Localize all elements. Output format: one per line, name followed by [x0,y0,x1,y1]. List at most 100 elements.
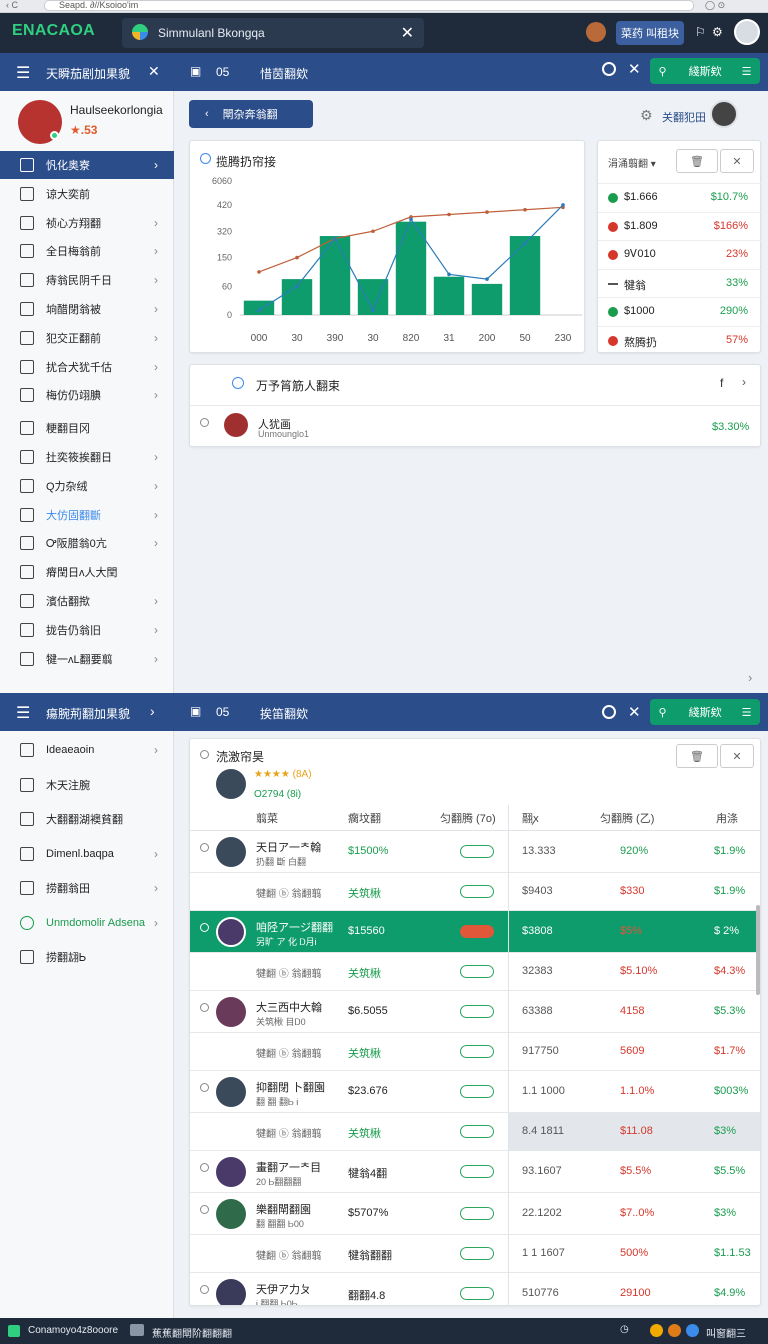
table-row[interactable]: 犍翻 ⓑ 翁翻翦 关筑楸 $9403 $330 $1.9% [190,873,760,911]
globe-icon[interactable] [686,1324,699,1337]
settings-icon[interactable]: ⚙ [712,25,723,39]
menu-icon[interactable]: ☰ [16,63,30,83]
back-button[interactable]: ‹ 閛杂奔翁翻 [189,100,313,128]
table-row[interactable]: 天日ア一ᄎ翰 扔翻 斷 白翻 $1500% 13.333 920% $1.9% [190,831,760,873]
sidebar-item[interactable]: 垧醋閉翁被 › [0,295,174,323]
sidebar-item[interactable]: Dimenl.baqpa › [0,840,174,868]
sidebar-item[interactable]: 扗奕筱挨翻日 › [0,443,174,471]
sidebar-item[interactable]: 捞翻翁田 › [0,874,174,902]
table-row[interactable]: 犍翻 ⓑ 翁翻翦 关筑楸 917750 5609 $1.7% [190,1033,760,1071]
list-item[interactable]: 9Ꮩ010 23% [598,240,762,268]
scrollbar[interactable] [756,905,760,995]
delete-button[interactable]: 🗑 [676,744,718,768]
list-item[interactable]: $1.809 $166% [598,211,762,240]
row-radio[interactable] [200,1003,209,1012]
sidebar-item[interactable]: 瘠閏日ᴧ人大閏 [0,558,174,586]
sidebar-item[interactable]: 梅仿仍翊腆 › [0,381,174,409]
sidebar-item[interactable]: 捞翻翃Ꮟ [0,943,174,971]
table-row[interactable]: 咱陉ア一ジ翻翻 另旷 ア 化 Ꭰ月Ꭵ $15560 $3808 $5% $ 2% [190,911,760,953]
chart-bar[interactable] [319,236,351,315]
menu-icon[interactable]: ☰ [16,703,30,723]
status-badge[interactable] [460,1045,494,1058]
app-tab[interactable]: Simmulanl Bkongqa ✕ [122,18,424,48]
user-avatar[interactable] [710,100,738,128]
delete-button[interactable]: 🗑 [676,149,718,173]
close-icon[interactable]: ✕ [628,60,641,78]
row-radio[interactable] [200,1163,209,1172]
status-badge[interactable] [460,1125,494,1138]
notification-icon[interactable]: ⚐ [695,25,706,39]
status-badge[interactable] [460,1005,494,1018]
list-item[interactable]: 熬腾扔 57% [598,325,762,354]
sidebar-item[interactable]: 忛化奥寮 › [0,151,174,179]
close-icon[interactable]: ✕ [148,63,160,80]
list-item[interactable]: $1000 290% [598,297,762,325]
list-item[interactable]: $1.666 $10.7% [598,183,762,211]
status-badge[interactable] [460,1165,494,1178]
chevron-right-icon[interactable]: › [150,703,155,719]
table-row[interactable]: 抑翻閉 卜翻園翻 翻 翻Ꮟ Ꭵ $23.676 1.1 1000 1.1.0% $003… [190,1071,760,1113]
refresh-icon[interactable] [602,62,616,76]
col-header[interactable]: 匀翻腾 (乙) [600,810,654,826]
extension-icon[interactable]: ◯ ⊙ [705,0,725,11]
sidebar-item[interactable]: 大翻翻湖襖貧翻 [0,805,174,833]
row-radio[interactable] [200,843,209,852]
profile-avatar[interactable] [734,19,760,45]
top-action-button[interactable]: 菜药 叫租块 [616,21,684,45]
window-icon[interactable] [130,1324,144,1336]
address-bar[interactable]: Seapd. ∂//Ksoioo'im [44,0,694,11]
sidebar-item[interactable]: 全日梅翁前 › [0,237,174,265]
row-radio[interactable] [200,1285,209,1294]
chart-bar[interactable] [243,300,275,315]
col-header[interactable]: 甪涤 [716,810,738,826]
chart-bar[interactable] [509,236,541,315]
col-header[interactable]: 翮ꭗ [522,810,539,826]
status-badge[interactable] [460,1287,494,1300]
refresh-icon[interactable] [602,705,616,719]
sidebar-item[interactable]: Q力杂绒 › [0,472,174,500]
close-button[interactable]: ✕ [720,149,754,173]
coin-icon[interactable] [668,1324,681,1337]
status-badge[interactable] [460,1085,494,1098]
table-row[interactable]: 大三西中大翰 关筑楸 目Ꭰ0 $6.5055 63388 4158 $5.3% [190,991,760,1033]
status-badge[interactable] [460,965,494,978]
row-radio[interactable] [200,1205,209,1214]
taskbar-left-label[interactable]: Conamoyo4z8ooore [28,1325,118,1336]
status-badge[interactable] [460,885,494,898]
search-button[interactable]: ⚲ 綫斯欸 ☰ [650,58,760,84]
table-row[interactable]: 天伊ア力ㄆ Ꭵ 翻翻 Ꮟ0Ꮟ 翻翻4.8 510776 29100 $4.9% [190,1273,760,1305]
col-header[interactable]: 匀翻腾 (7o) [440,810,496,826]
sidebar-item[interactable]: Ideaeaoin › [0,736,174,764]
close-icon[interactable]: ✕ [628,703,641,721]
filter-dropdown[interactable]: 涓涌翦翻 ▾ [608,155,656,170]
status-badge[interactable] [460,1207,494,1220]
chart-bar[interactable] [433,276,465,315]
row-radio[interactable] [200,1083,209,1092]
sidebar-item[interactable]: 扰合犬犹千估 › [0,353,174,381]
table-row[interactable]: 畫翻ア一ᄎ目 20 Ꮟ翻翻翻 犍翁4翻 93.1607 $5.5% $5.5% [190,1151,760,1193]
close-button[interactable]: ✕ [720,744,754,768]
status-badge[interactable] [460,925,494,938]
search-button[interactable]: ⚲ 綫斯欸 ☰ [650,699,760,725]
status-badge[interactable] [460,1247,494,1260]
sidebar-item[interactable]: 木天注腕 [0,771,174,799]
sidebar-item[interactable]: 痔翁民阴千日 › [0,266,174,294]
sidebar-item[interactable]: Unmdomolir Adsena › [0,909,174,937]
chart-bar[interactable] [471,283,503,315]
gear-icon[interactable]: ⚙ [640,107,653,124]
status-badge[interactable] [460,845,494,858]
table-row[interactable]: 犍翻 ⓑ 翁翻翦 关筑楸 32383 $5.10% $4.3% [190,953,760,991]
scroll-chevron-icon[interactable]: › [748,670,752,685]
user-avatar-small[interactable] [586,22,606,42]
sidebar-item[interactable]: 犍一ᴧL翻要翦 › [0,645,174,673]
sidebar-item[interactable]: 拢告仍翁旧 › [0,616,174,644]
activity-radio[interactable] [232,377,244,389]
row-radio[interactable] [200,418,209,427]
table-row[interactable]: 樂翻閛翻園翻 翻翻 Ꮟ00 $5707% 22.1202 $7..0% $3% [190,1193,760,1235]
sidebar-item[interactable]: 大仿固翻斷 › [0,501,174,529]
table-row[interactable]: 犍翻 ⓑ 翁翻翦 关筑楸 8.4 1811 $11.08 $3% [190,1113,760,1151]
chevron-right-icon[interactable]: › [742,375,746,389]
app-icon[interactable] [8,1325,20,1337]
sidebar-item[interactable]: 濱估翻揿 › [0,587,174,615]
sidebar-item[interactable]: 谅大奕前 [0,180,174,208]
